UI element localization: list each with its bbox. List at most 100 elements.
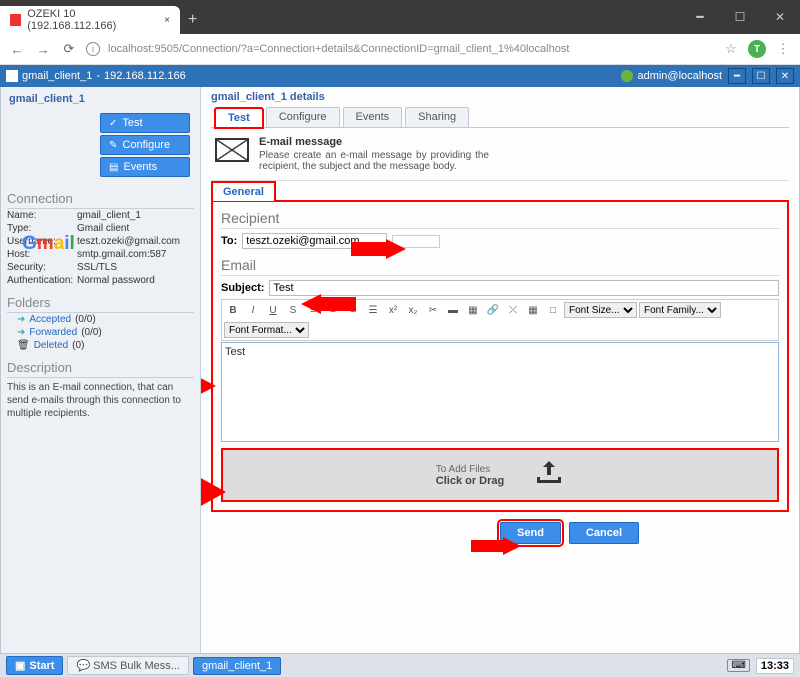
window-maximize[interactable]: ☐ [720, 0, 760, 34]
link-icon[interactable]: 🔗 [484, 302, 502, 318]
subject-row: Subject: [221, 280, 779, 296]
close-tab-icon[interactable]: × [164, 15, 170, 26]
sidebar: gmail_client_1 Gmail ✓Test ✎Configure ▤E… [1, 87, 201, 656]
task-gmail-client[interactable]: gmail_client_1 [193, 657, 281, 675]
profile-avatar[interactable]: T [748, 40, 766, 58]
site-info-icon[interactable]: i [86, 42, 100, 56]
bookmark-star-icon[interactable]: ☆ [722, 41, 740, 57]
crumb-2: 192.168.112.166 [104, 70, 186, 82]
section-description: Description [7, 360, 194, 378]
align-left-icon[interactable]: ≡ [304, 302, 322, 318]
section-folders: Folders [7, 295, 194, 313]
panel-minimize-icon[interactable]: ━ [728, 68, 746, 84]
strike-icon[interactable]: S [284, 302, 302, 318]
color-icon[interactable]: □ [544, 302, 562, 318]
sidebar-events-button[interactable]: ▤Events [100, 157, 190, 177]
app-logo-icon [6, 70, 18, 82]
window-minimize[interactable]: ━ [680, 0, 720, 34]
header-user[interactable]: admin@localhost [637, 70, 722, 82]
group-recipient: Recipient [221, 208, 779, 229]
panel-close-icon[interactable]: ✕ [776, 68, 794, 84]
highlight-icon[interactable]: ▬ [444, 302, 462, 318]
send-button[interactable]: Send [500, 522, 561, 544]
subtab-general[interactable]: General [211, 181, 276, 201]
envelope-icon [215, 138, 249, 162]
file-upload-zone[interactable]: To Add Files Click or Drag [221, 448, 779, 502]
to-row: To: [221, 233, 779, 249]
taskbar: ▣Start 💬SMS Bulk Mess... gmail_client_1 … [0, 653, 800, 677]
cut-icon[interactable]: ✂ [424, 302, 442, 318]
kv-row: Authentication:Normal password [7, 274, 194, 287]
wrench-icon: ✎ [109, 140, 117, 151]
image-icon[interactable]: ▦ [464, 302, 482, 318]
action-row: Send Cancel [211, 522, 789, 544]
app-header: gmail_client_1 - 192.168.112.166 admin@l… [0, 65, 800, 87]
browser-tab[interactable]: OZEKI 10 (192.168.112.166) × [0, 6, 180, 34]
new-tab-button[interactable]: + [180, 6, 205, 34]
group-email: Email [221, 255, 779, 276]
nav-reload-icon[interactable]: ⟳ [60, 40, 78, 58]
tab-test[interactable]: Test [215, 108, 263, 128]
cancel-button[interactable]: Cancel [569, 522, 639, 544]
browser-addressbar: ← → ⟳ i localhost:9505/Connection/?a=Con… [0, 34, 800, 65]
url-field[interactable]: localhost:9505/Connection/?a=Connection+… [108, 43, 714, 55]
tab-sharing[interactable]: Sharing [405, 107, 469, 127]
start-icon: ▣ [15, 659, 25, 672]
align-right-icon[interactable]: ≡ [344, 302, 362, 318]
editor-toolbar: B I U S ≡ ≡ ≡ ☰ x² x₂ ✂ ▬ ▦ 🔗 ⤫ ▦ □ Font… [221, 299, 779, 341]
arrow-right-icon: ➜ [17, 327, 25, 338]
emsg-heading: E-mail message [259, 136, 489, 150]
tab-title: OZEKI 10 (192.168.112.166) [27, 8, 158, 32]
task-sms-bulk[interactable]: 💬SMS Bulk Mess... [67, 656, 189, 675]
start-button[interactable]: ▣Start [6, 656, 63, 675]
details-tabs: Test Configure Events Sharing [211, 107, 789, 128]
browser-menu-icon[interactable]: ⋮ [774, 41, 792, 57]
subject-label: Subject: [221, 282, 264, 294]
underline-icon[interactable]: U [264, 302, 282, 318]
sidebar-configure-button[interactable]: ✎Configure [100, 135, 190, 155]
to-input[interactable] [242, 233, 387, 249]
sub-icon[interactable]: x₂ [404, 302, 422, 318]
main-layout: gmail_client_1 Gmail ✓Test ✎Configure ▤E… [0, 87, 800, 657]
sup-icon[interactable]: x² [384, 302, 402, 318]
to-badge [392, 235, 440, 248]
align-center-icon[interactable]: ≡ [324, 302, 342, 318]
crumb-1: gmail_client_1 [22, 70, 92, 82]
font-size-select[interactable]: Font Size... [564, 302, 637, 318]
bold-icon[interactable]: B [224, 302, 242, 318]
unlink-icon[interactable]: ⤫ [504, 302, 522, 318]
table-icon[interactable]: ▦ [524, 302, 542, 318]
tab-events[interactable]: Events [343, 107, 403, 127]
details-title: gmail_client_1 details [211, 91, 789, 107]
arrow-right-icon: ➜ [17, 314, 25, 325]
font-family-select[interactable]: Font Family... [639, 302, 721, 318]
details-panel: gmail_client_1 details Test Configure Ev… [201, 87, 799, 656]
upload-label: To Add Files Click or Drag [436, 464, 504, 487]
keyboard-icon[interactable]: ⌨ [727, 659, 749, 672]
folder-accepted[interactable]: ➜Accepted(0/0) [7, 313, 194, 326]
email-body-editor[interactable]: Test [221, 342, 779, 442]
trash-icon: 🗑 [17, 340, 30, 351]
folder-forwarded[interactable]: ➜Forwarded(0/0) [7, 326, 194, 339]
browser-titlebar: OZEKI 10 (192.168.112.166) × + ━ ☐ ✕ [0, 0, 800, 34]
favicon [10, 14, 21, 26]
italic-icon[interactable]: I [244, 302, 262, 318]
gmail-logo: Gmail [22, 233, 75, 255]
user-status-icon [621, 70, 633, 82]
list-icon[interactable]: ☰ [364, 302, 382, 318]
panel-maximize-icon[interactable]: ☐ [752, 68, 770, 84]
window-close[interactable]: ✕ [760, 0, 800, 34]
sidebar-title: gmail_client_1 [7, 91, 194, 111]
section-connection: Connection [7, 191, 194, 209]
compose-panel: Recipient To: Email Subject: B I U S ≡ ≡… [211, 200, 789, 512]
sidebar-test-button[interactable]: ✓Test [100, 113, 190, 133]
folder-deleted[interactable]: 🗑Deleted(0) [7, 339, 194, 352]
font-format-select[interactable]: Font Format... [224, 322, 309, 338]
subject-input[interactable] [269, 280, 779, 296]
nav-forward-icon[interactable]: → [34, 40, 52, 58]
window-controls: ━ ☐ ✕ [680, 0, 800, 34]
kv-row: Security:SSL/TLS [7, 261, 194, 274]
nav-back-icon[interactable]: ← [8, 40, 26, 58]
tab-configure[interactable]: Configure [266, 107, 340, 127]
description-text: This is an E-mail connection, that can s… [7, 381, 194, 420]
